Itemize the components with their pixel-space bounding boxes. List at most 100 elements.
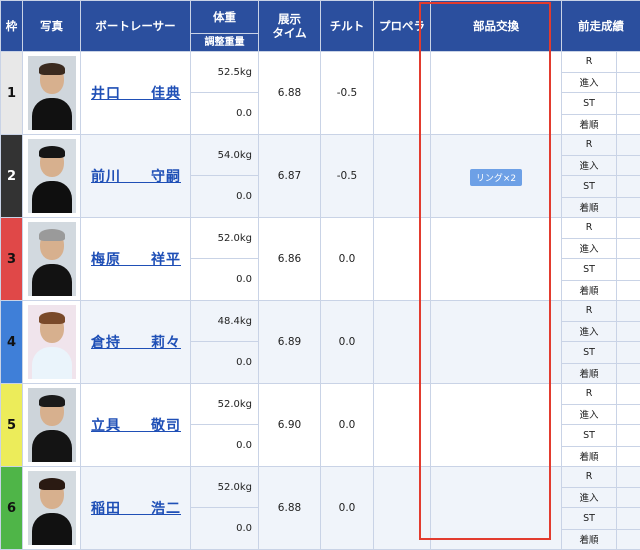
weight-value: 52.5kg [191, 52, 259, 93]
weight-value: 52.0kg [191, 218, 259, 259]
avatar [28, 222, 76, 296]
prev-result-value [617, 197, 640, 218]
prev-result-label: 着順 [562, 363, 617, 384]
tilt-value: 0.0 [321, 218, 374, 301]
header-exhibition-time: 展示 タイム [259, 1, 321, 52]
prev-result-label: 着順 [562, 446, 617, 467]
tilt-value: 0.0 [321, 384, 374, 467]
prev-result-value [617, 280, 640, 301]
prev-result-value [617, 259, 640, 281]
racer-photo [23, 52, 81, 135]
prev-result-value [617, 218, 640, 239]
adj-weight-value: 0.0 [191, 176, 259, 218]
header-photo: 写真 [23, 1, 81, 52]
racer-name-link[interactable]: 倉持 莉々 [91, 335, 181, 351]
header-adj-weight: 調整重量 [191, 34, 259, 52]
avatar [28, 388, 76, 462]
weight-value: 52.0kg [191, 467, 259, 508]
waku-number: 1 [1, 52, 23, 135]
prev-result-value [617, 176, 640, 198]
propeller-value [374, 52, 431, 135]
prev-result-label: R [562, 135, 617, 156]
racer-photo [23, 384, 81, 467]
racer-name-cell: 稲田 浩二 [81, 467, 191, 550]
propeller-value [374, 301, 431, 384]
weight-value: 54.0kg [191, 135, 259, 176]
prev-result-label: R [562, 301, 617, 322]
exhibition-time-value: 6.88 [259, 467, 321, 550]
prev-result-label: R [562, 52, 617, 73]
racer-row: 1井口 佳典52.5kg6.88-0.5R [1, 52, 640, 73]
header-tilt: チルト [321, 1, 374, 52]
parts-cell [431, 301, 562, 384]
adj-weight-value: 0.0 [191, 259, 259, 301]
prev-result-label: ST [562, 425, 617, 447]
prev-result-label: ST [562, 176, 617, 198]
racer-row: 6稲田 浩二52.0kg6.880.0R [1, 467, 640, 488]
prev-result-label: 進入 [562, 238, 617, 259]
exhibition-time-value: 6.90 [259, 384, 321, 467]
prev-result-label: R [562, 384, 617, 405]
tilt-value: -0.5 [321, 52, 374, 135]
prev-result-label: ST [562, 259, 617, 281]
prev-result-value [617, 363, 640, 384]
exhibition-time-value: 6.86 [259, 218, 321, 301]
weight-value: 52.0kg [191, 384, 259, 425]
prev-result-label: 進入 [562, 72, 617, 93]
weight-value: 48.4kg [191, 301, 259, 342]
prev-result-value [617, 467, 640, 488]
parts-cell [431, 384, 562, 467]
racer-name-link[interactable]: 井口 佳典 [91, 86, 181, 102]
exhibition-time-value: 6.88 [259, 52, 321, 135]
waku-number: 4 [1, 301, 23, 384]
prev-result-label: ST [562, 342, 617, 364]
prev-result-value [617, 72, 640, 93]
prev-result-value [617, 321, 640, 342]
racer-photo [23, 218, 81, 301]
prev-result-label: 着順 [562, 280, 617, 301]
racer-name-link[interactable]: 稲田 浩二 [91, 501, 181, 517]
racer-name-cell: 前川 守嗣 [81, 135, 191, 218]
prev-result-value [617, 529, 640, 550]
waku-number: 2 [1, 135, 23, 218]
prev-result-value [617, 52, 640, 73]
prev-result-value [617, 342, 640, 364]
adj-weight-value: 0.0 [191, 93, 259, 135]
prev-result-value [617, 114, 640, 135]
prev-result-value [617, 446, 640, 467]
prev-result-label: 着順 [562, 529, 617, 550]
prev-result-label: 着順 [562, 197, 617, 218]
adj-weight-value: 0.0 [191, 508, 259, 550]
prev-result-label: R [562, 218, 617, 239]
racer-name-link[interactable]: 前川 守嗣 [91, 169, 181, 185]
prev-result-value [617, 238, 640, 259]
racer-name-cell: 梅原 祥平 [81, 218, 191, 301]
racer-name-link[interactable]: 梅原 祥平 [91, 252, 181, 268]
avatar [28, 305, 76, 379]
prev-result-value [617, 135, 640, 156]
propeller-value [374, 384, 431, 467]
adj-weight-value: 0.0 [191, 425, 259, 467]
waku-number: 5 [1, 384, 23, 467]
racer-name-link[interactable]: 立具 敬司 [91, 418, 181, 434]
racer-photo [23, 301, 81, 384]
prev-result-label: R [562, 467, 617, 488]
header-racer: ボートレーサー [81, 1, 191, 52]
tilt-value: 0.0 [321, 467, 374, 550]
avatar [28, 139, 76, 213]
prev-result-label: 進入 [562, 155, 617, 176]
racer-row: 4倉持 莉々48.4kg6.890.0R [1, 301, 640, 322]
exhibition-time-value: 6.87 [259, 135, 321, 218]
racer-photo [23, 135, 81, 218]
prev-result-value [617, 404, 640, 425]
prev-result-value [617, 155, 640, 176]
propeller-value [374, 467, 431, 550]
racer-row: 3梅原 祥平52.0kg6.860.0R [1, 218, 640, 239]
racer-name-cell: 井口 佳典 [81, 52, 191, 135]
prev-result-label: 着順 [562, 114, 617, 135]
prev-result-value [617, 384, 640, 405]
racer-row: 5立具 敬司52.0kg6.900.0R [1, 384, 640, 405]
exhibition-time-value: 6.89 [259, 301, 321, 384]
racer-table: 枠 写真 ボートレーサー 体重 展示 タイム チルト プロペラ 部品交換 前走成… [0, 0, 640, 550]
prev-result-label: ST [562, 93, 617, 115]
